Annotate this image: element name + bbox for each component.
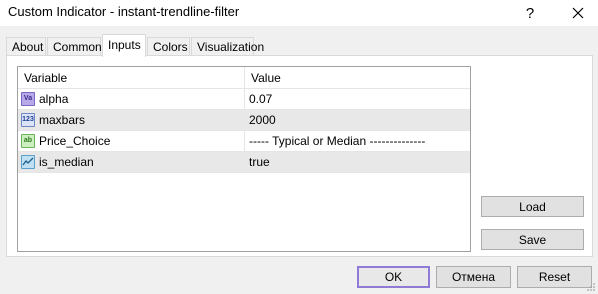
column-header-variable[interactable]: Variable [18,67,244,89]
string-type-icon: ab [21,134,35,148]
table-row[interactable]: is_median true [18,152,470,172]
variable-name: is_median [39,155,94,169]
value-cell[interactable]: 2000 [245,110,470,130]
save-button[interactable]: Save [481,229,584,250]
variable-cell: 123 maxbars [18,110,244,130]
bool-type-icon [21,155,35,169]
value-cell[interactable]: ----- Typical or Median -------------- [245,131,470,151]
bool-glyph [22,157,34,166]
value-cell[interactable]: true [245,152,470,172]
table-row[interactable]: 123 maxbars 2000 [18,110,470,130]
load-button[interactable]: Load [481,196,584,217]
close-button[interactable] [558,0,598,26]
resize-grip-icon[interactable] [586,282,596,292]
help-button[interactable]: ? [512,0,548,26]
value-cell[interactable]: 0.07 [245,89,470,109]
variable-name: maxbars [39,113,86,127]
variable-cell: ab Price_Choice [18,131,244,151]
variable-cell: is_median [18,152,244,172]
row-divider [18,172,470,173]
cancel-button[interactable]: Отмена [436,266,511,288]
tab-colors[interactable]: Colors [147,37,190,56]
inputs-grid: Variable Value Va alpha 0.07 123 maxbars… [17,66,471,252]
integer-type-icon: 123 [21,113,35,127]
help-icon: ? [525,4,535,22]
table-row[interactable]: Va alpha 0.07 [18,89,470,109]
tab-visualization[interactable]: Visualization [191,37,264,56]
variable-name: Price_Choice [39,134,111,148]
variable-cell: Va alpha [18,89,244,109]
table-row[interactable]: ab Price_Choice ----- Typical or Median … [18,131,470,151]
column-header-value[interactable]: Value [245,67,470,89]
tab-inputs[interactable]: Inputs [102,34,146,57]
window-title: Custom Indicator - instant-trendline-fil… [8,4,240,19]
ok-button[interactable]: OK [357,266,430,288]
double-type-icon: Va [21,92,35,106]
close-icon [572,7,584,19]
variable-name: alpha [39,92,69,106]
tab-common[interactable]: Common [47,37,102,56]
title-bar: Custom Indicator - instant-trendline-fil… [0,0,598,26]
tab-about[interactable]: About [6,37,46,56]
reset-button[interactable]: Reset [517,266,592,288]
